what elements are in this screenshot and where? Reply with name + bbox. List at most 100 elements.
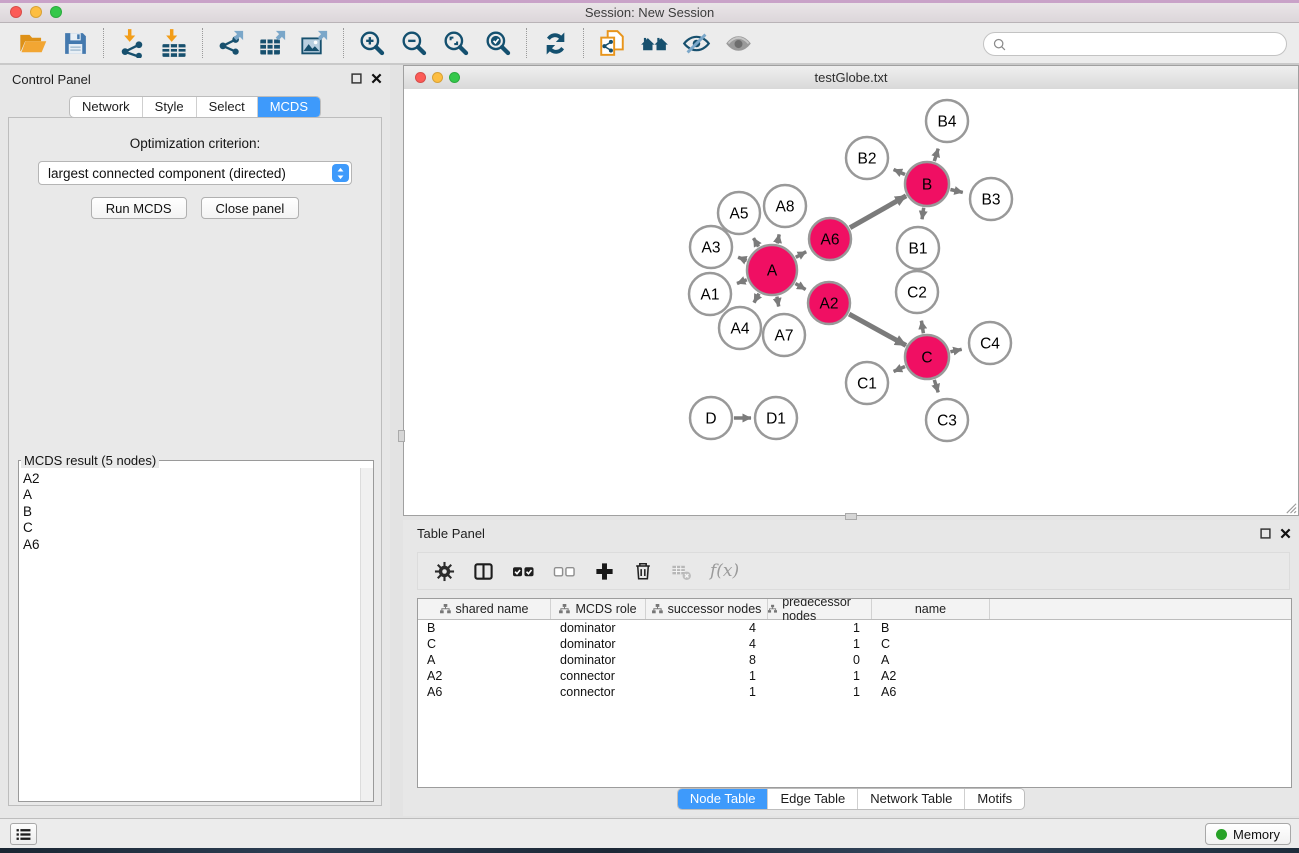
- show-columns-button[interactable]: [473, 561, 494, 582]
- graph-node-D[interactable]: D: [690, 397, 732, 439]
- deselect-all-columns-button[interactable]: [553, 561, 576, 582]
- table-cell[interactable]: dominator: [551, 652, 646, 668]
- search-field[interactable]: [983, 32, 1287, 56]
- graph-node-A5[interactable]: A5: [718, 192, 760, 234]
- graph-edge[interactable]: [777, 234, 779, 243]
- splitter-handle-horizontal[interactable]: [845, 513, 857, 520]
- export-network-button[interactable]: [212, 25, 250, 61]
- graph-node-A1[interactable]: A1: [689, 273, 731, 315]
- mcds-result-item[interactable]: A: [23, 487, 361, 503]
- graph-node-A3[interactable]: A3: [690, 226, 732, 268]
- task-history-button[interactable]: [10, 823, 37, 845]
- table-cell[interactable]: 1: [646, 668, 768, 684]
- export-table-button[interactable]: [254, 25, 292, 61]
- column-header-successor-nodes[interactable]: successor nodes: [646, 599, 768, 619]
- table-tab-motifs[interactable]: Motifs: [964, 789, 1024, 809]
- first-neighbors-button[interactable]: [635, 25, 673, 61]
- table-cell[interactable]: C: [872, 636, 990, 652]
- graph-edge[interactable]: [777, 297, 779, 307]
- column-header-name[interactable]: name: [872, 599, 990, 619]
- import-table-button[interactable]: [155, 25, 193, 61]
- graph-node-D1[interactable]: D1: [755, 397, 797, 439]
- search-input[interactable]: [1011, 34, 1286, 54]
- save-session-button[interactable]: [56, 25, 94, 61]
- graph-node-C1[interactable]: C1: [846, 362, 888, 404]
- table-cell[interactable]: A2: [418, 668, 551, 684]
- table-row[interactable]: A6connector11A6: [418, 684, 1291, 700]
- table-cell[interactable]: 8: [646, 652, 768, 668]
- mcds-result-item[interactable]: A2: [23, 471, 361, 487]
- column-header-shared-name[interactable]: shared name: [418, 599, 551, 619]
- table-tab-edge-table[interactable]: Edge Table: [767, 789, 857, 809]
- add-column-button[interactable]: [594, 561, 615, 582]
- table-cell[interactable]: dominator: [551, 636, 646, 652]
- close-panel-icon[interactable]: [371, 73, 382, 84]
- criterion-select[interactable]: largest connected component (directed): [38, 161, 352, 185]
- splitter-handle-vertical[interactable]: [398, 430, 405, 442]
- graph-node-B[interactable]: B: [905, 162, 949, 206]
- zoom-selected-button[interactable]: [479, 25, 517, 61]
- graph-edge[interactable]: [754, 294, 759, 303]
- table-cell[interactable]: dominator: [551, 620, 646, 636]
- table-cell[interactable]: A: [418, 652, 551, 668]
- tab-network[interactable]: Network: [70, 97, 142, 117]
- column-header-predecessor-nodes[interactable]: predecessor nodes: [768, 599, 872, 619]
- graph-edge[interactable]: [922, 208, 924, 220]
- table-row[interactable]: A2connector11A2: [418, 668, 1291, 684]
- graph-edge[interactable]: [894, 367, 905, 372]
- column-header-mcds-role[interactable]: MCDS role: [551, 599, 646, 619]
- memory-button[interactable]: Memory: [1205, 823, 1291, 845]
- network-canvas[interactable]: B4B2BB3A8A5A6A3B1AC2A1A2A4A7C4CC1DC3D1: [404, 89, 1298, 515]
- graph-node-A2[interactable]: A2: [808, 282, 850, 324]
- float-panel-icon[interactable]: [351, 73, 362, 84]
- graph-edge[interactable]: [738, 257, 747, 260]
- table-tab-node-table[interactable]: Node Table: [678, 789, 768, 809]
- table-row[interactable]: Bdominator41B: [418, 620, 1291, 636]
- graph-node-C[interactable]: C: [905, 335, 949, 379]
- mcds-result-item[interactable]: C: [23, 520, 361, 536]
- table-cell[interactable]: A6: [418, 684, 551, 700]
- tab-mcds[interactable]: MCDS: [257, 97, 320, 117]
- tab-style[interactable]: Style: [142, 97, 196, 117]
- graph-edge[interactable]: [849, 314, 906, 345]
- graph-edge[interactable]: [934, 149, 938, 162]
- close-panel-button[interactable]: Close panel: [201, 197, 300, 219]
- graph-edge[interactable]: [754, 238, 759, 247]
- table-cell[interactable]: 1: [768, 684, 872, 700]
- graph-edge[interactable]: [796, 252, 806, 258]
- table-cell[interactable]: A2: [872, 668, 990, 684]
- graph-node-A[interactable]: A: [747, 245, 797, 295]
- graph-edge[interactable]: [950, 349, 961, 352]
- zoom-fit-button[interactable]: [437, 25, 475, 61]
- table-cell[interactable]: 4: [646, 636, 768, 652]
- graph-node-C4[interactable]: C4: [969, 322, 1011, 364]
- table-cell[interactable]: 4: [646, 620, 768, 636]
- table-cell[interactable]: 0: [768, 652, 872, 668]
- mcds-result-item[interactable]: A6: [23, 537, 361, 553]
- graph-node-B2[interactable]: B2: [846, 137, 888, 179]
- graph-node-C2[interactable]: C2: [896, 271, 938, 313]
- delete-column-button[interactable]: [633, 561, 653, 581]
- graph-edge[interactable]: [894, 170, 905, 175]
- table-row[interactable]: Adominator80A: [418, 652, 1291, 668]
- graph-node-A8[interactable]: A8: [764, 185, 806, 227]
- table-cell[interactable]: connector: [551, 668, 646, 684]
- duplicate-network-button[interactable]: [593, 25, 631, 61]
- table-cell[interactable]: A: [872, 652, 990, 668]
- open-session-button[interactable]: [14, 25, 52, 61]
- resize-grip-icon[interactable]: [1284, 501, 1297, 514]
- graph-edge[interactable]: [737, 280, 747, 284]
- table-cell[interactable]: 1: [768, 668, 872, 684]
- table-cell[interactable]: B: [418, 620, 551, 636]
- graph-node-A7[interactable]: A7: [763, 314, 805, 356]
- table-cell[interactable]: connector: [551, 684, 646, 700]
- graph-edge[interactable]: [795, 284, 805, 290]
- graph-edge[interactable]: [934, 380, 938, 393]
- show-all-button[interactable]: [719, 25, 757, 61]
- hide-selected-button[interactable]: [677, 25, 715, 61]
- graph-node-A4[interactable]: A4: [719, 307, 761, 349]
- table-cell[interactable]: C: [418, 636, 551, 652]
- result-scrollbar[interactable]: [360, 468, 373, 801]
- graph-edge[interactable]: [950, 190, 962, 193]
- table-tab-network-table[interactable]: Network Table: [857, 789, 964, 809]
